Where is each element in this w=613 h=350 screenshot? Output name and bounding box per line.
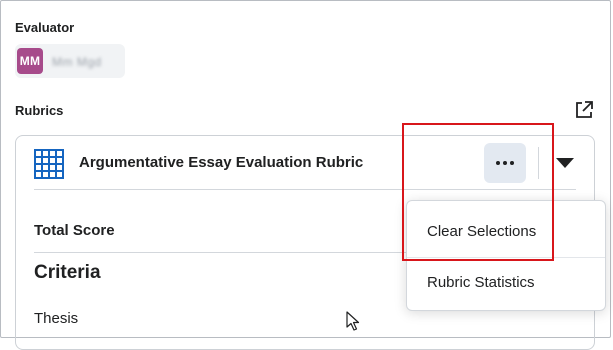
menu-item-clear-selections[interactable]: Clear Selections xyxy=(407,207,605,257)
mouse-cursor-icon xyxy=(346,311,360,331)
rubrics-heading: Rubrics xyxy=(15,103,64,118)
criteria-heading: Criteria xyxy=(34,262,101,283)
ellipsis-icon xyxy=(496,161,514,165)
external-link-icon[interactable] xyxy=(574,100,594,120)
evaluator-heading: Evaluator xyxy=(15,20,75,35)
menu-item-rubric-statistics[interactable]: Rubric Statistics xyxy=(407,257,605,307)
rubric-options-menu: Clear Selections Rubric Statistics xyxy=(406,200,606,311)
action-divider xyxy=(538,147,539,179)
header-divider xyxy=(34,189,576,190)
grid-table-icon xyxy=(34,149,64,179)
score-divider xyxy=(34,252,408,253)
evaluator-name: Mm Mgd xyxy=(52,55,102,69)
more-options-button[interactable] xyxy=(484,143,526,183)
avatar: MM xyxy=(17,48,43,74)
caret-down-icon[interactable] xyxy=(556,158,574,168)
criterion-label: Thesis xyxy=(34,310,79,327)
total-score-label: Total Score xyxy=(34,222,115,239)
rubric-title[interactable]: Argumentative Essay Evaluation Rubric xyxy=(79,154,363,171)
